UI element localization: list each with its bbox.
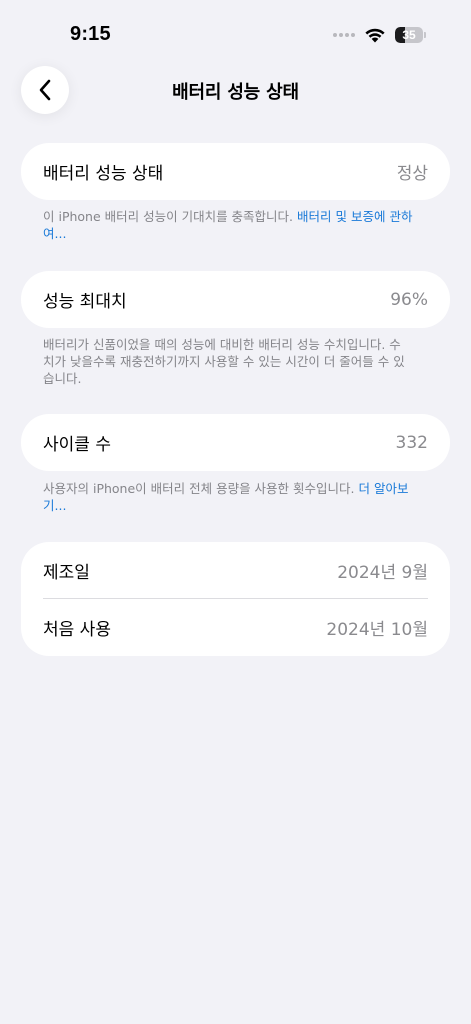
manufactured-value: 2024년 9월: [337, 563, 428, 583]
cycle-count-card: 사이클 수 332: [21, 414, 450, 471]
dates-card: 제조일 2024년 9월 처음 사용 2024년 10월: [21, 542, 450, 656]
manufactured-label: 제조일: [43, 563, 90, 583]
first-use-label: 처음 사용: [43, 620, 111, 640]
first-use-row[interactable]: 처음 사용 2024년 10월: [21, 599, 450, 656]
max-capacity-label: 성능 최대치: [43, 292, 127, 312]
battery-health-label: 배터리 성능 상태: [43, 164, 164, 184]
max-capacity-card: 성능 최대치 96%: [21, 271, 450, 328]
cycle-count-label: 사이클 수: [43, 435, 111, 455]
max-capacity-value: 96%: [390, 289, 428, 310]
battery-icon: 35: [395, 27, 427, 43]
battery-health-footnote-text: 이 iPhone 배터리 성능이 기대치를 충족합니다.: [43, 209, 294, 224]
first-use-value: 2024년 10월: [326, 620, 428, 640]
cycle-count-row[interactable]: 사이클 수 332: [21, 414, 450, 471]
max-capacity-footnote: 배터리가 신품이었을 때의 성능에 대비한 배터리 성능 수치입니다. 수치가 …: [43, 336, 405, 387]
battery-health-row[interactable]: 배터리 성능 상태 정상: [21, 143, 450, 200]
battery-health-footnote: 이 iPhone 배터리 성능이 기대치를 충족합니다. 배터리 및 보증에 관…: [43, 208, 413, 242]
status-indicators: 35: [333, 24, 427, 46]
manufactured-row[interactable]: 제조일 2024년 9월: [21, 542, 450, 599]
max-capacity-row[interactable]: 성능 최대치 96%: [21, 271, 450, 328]
wifi-icon: [365, 28, 385, 43]
max-capacity-footnote-text: 배터리가 신품이었을 때의 성능에 대비한 배터리 성능 수치입니다. 수치가 …: [43, 337, 405, 386]
page-title: 배터리 성능 상태: [172, 82, 299, 103]
battery-health-screen: 9:15 35 배터리 성능 상태 배터리 성능 상태 정상 이 iPhone …: [0, 0, 471, 1024]
battery-level: 35: [402, 28, 416, 42]
battery-health-card: 배터리 성능 상태 정상: [21, 143, 450, 200]
cycle-count-value: 332: [395, 432, 428, 453]
cycle-count-footnote: 사용자의 iPhone이 배터리 전체 용량을 사용한 횟수입니다. 더 알아보…: [43, 480, 413, 514]
battery-health-value: 정상: [396, 164, 428, 184]
cycle-count-footnote-text: 사용자의 iPhone이 배터리 전체 용량을 사용한 횟수입니다.: [43, 481, 355, 496]
status-bar: 9:15 35: [0, 0, 471, 62]
cellular-signal-icon: [333, 33, 355, 37]
status-time: 9:15: [70, 23, 111, 45]
